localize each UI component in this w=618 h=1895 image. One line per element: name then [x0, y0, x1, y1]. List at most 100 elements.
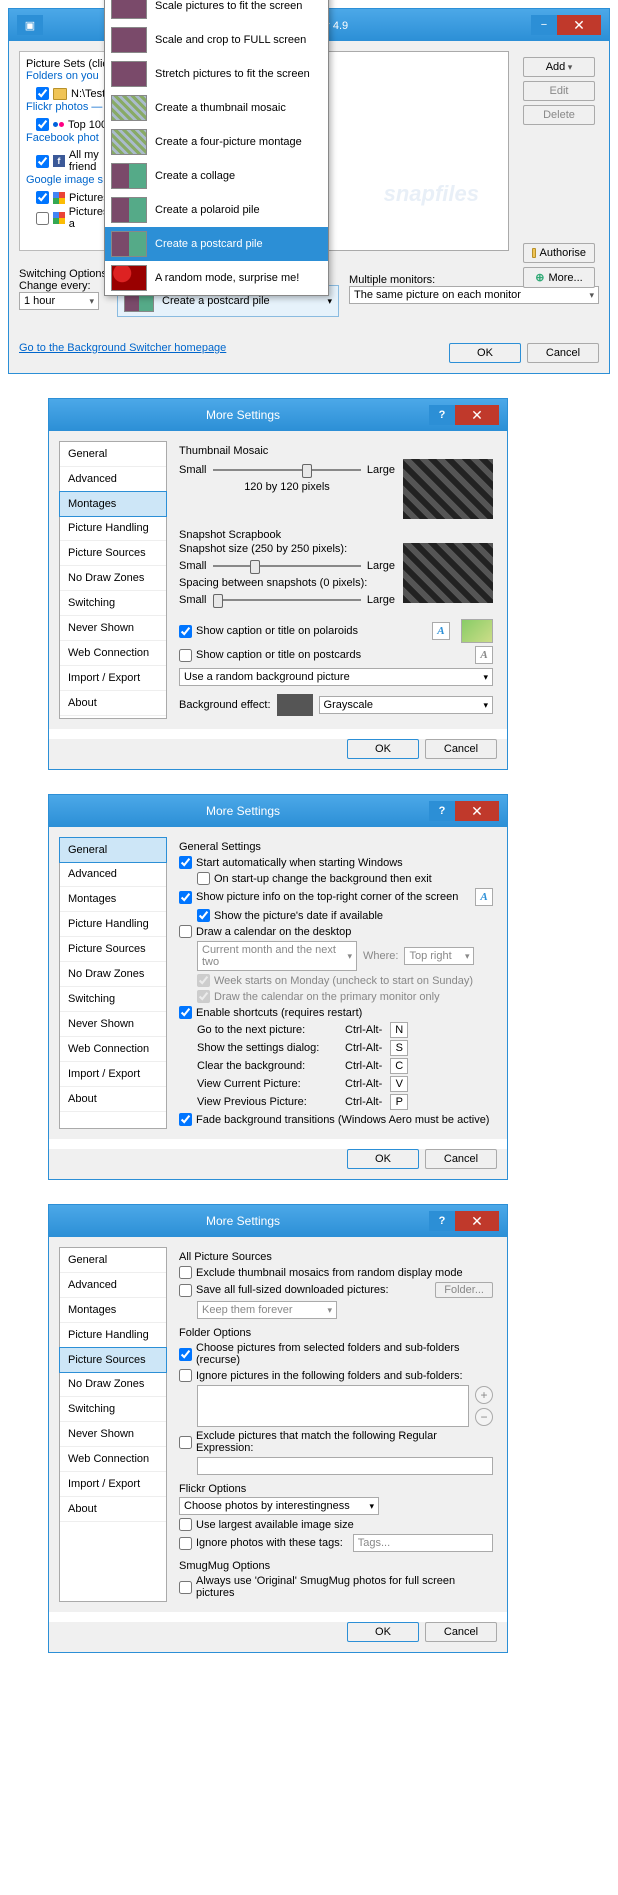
postcard-caption-checkbox[interactable]: [179, 649, 192, 662]
random-bg-select[interactable]: Use a random background picture: [179, 668, 493, 686]
mode-random[interactable]: A random mode, surprise me!: [105, 261, 328, 295]
edit-button[interactable]: Edit: [523, 81, 595, 101]
remove-folder-button[interactable]: −: [475, 1408, 493, 1426]
mode-scale-fit[interactable]: Scale pictures to fit the screen: [105, 0, 328, 23]
polaroid-caption-checkbox[interactable]: [179, 625, 192, 638]
cancel-button[interactable]: Cancel: [425, 1149, 497, 1169]
shortcut-view-key[interactable]: V: [390, 1076, 408, 1092]
spacing-slider[interactable]: [213, 591, 361, 609]
multi-monitors-select[interactable]: The same picture on each monitor: [349, 286, 599, 304]
tab-advanced[interactable]: Advanced: [60, 467, 166, 492]
mode-thumbnail-mosaic[interactable]: Create a thumbnail mosaic: [105, 91, 328, 125]
minimize-button[interactable]: −: [531, 15, 557, 35]
mode-scale-crop[interactable]: Scale and crop to FULL screen: [105, 23, 328, 57]
close-button[interactable]: ✕: [455, 801, 499, 821]
tab-switching[interactable]: Switching: [60, 987, 166, 1012]
folder-checkbox[interactable]: [36, 87, 49, 100]
cancel-button[interactable]: Cancel: [425, 739, 497, 759]
add-button[interactable]: Add: [523, 57, 595, 77]
shortcut-settings-key[interactable]: S: [390, 1040, 408, 1056]
tab-general[interactable]: General: [60, 442, 166, 467]
close-button[interactable]: ✕: [557, 15, 601, 35]
tab-import-export[interactable]: Import / Export: [60, 1062, 166, 1087]
shortcut-prev-key[interactable]: P: [390, 1094, 408, 1110]
regex-checkbox[interactable]: [179, 1436, 192, 1449]
tab-switching[interactable]: Switching: [60, 591, 166, 616]
tab-switching[interactable]: Switching: [60, 1397, 166, 1422]
mode-collage[interactable]: Create a collage: [105, 159, 328, 193]
ok-button[interactable]: OK: [347, 739, 419, 759]
show-date-checkbox[interactable]: [197, 909, 210, 922]
ignore-tags-checkbox[interactable]: [179, 1537, 192, 1550]
calendar-checkbox[interactable]: [179, 925, 192, 938]
change-then-exit-checkbox[interactable]: [197, 872, 210, 885]
tab-montages[interactable]: Montages: [60, 1298, 166, 1323]
google-checkbox-2[interactable]: [36, 212, 49, 225]
ignore-folders-listbox[interactable]: [197, 1385, 469, 1427]
tab-general[interactable]: General: [59, 837, 167, 863]
cancel-button[interactable]: Cancel: [425, 1622, 497, 1642]
tab-no-draw-zones[interactable]: No Draw Zones: [60, 962, 166, 987]
tab-never-shown[interactable]: Never Shown: [60, 1012, 166, 1037]
snapshot-size-slider[interactable]: [213, 557, 361, 575]
ok-button[interactable]: OK: [347, 1149, 419, 1169]
largest-size-checkbox[interactable]: [179, 1518, 192, 1531]
tab-picture-sources[interactable]: Picture Sources: [60, 937, 166, 962]
regex-input[interactable]: [197, 1457, 493, 1475]
authorise-button[interactable]: Authorise: [523, 243, 595, 263]
help-button[interactable]: ?: [429, 1211, 455, 1231]
calendar-range-select[interactable]: Current month and the next two: [197, 941, 357, 971]
tab-no-draw-zones[interactable]: No Draw Zones: [60, 566, 166, 591]
tab-web-connection[interactable]: Web Connection: [60, 1447, 166, 1472]
fade-checkbox[interactable]: [179, 1113, 192, 1126]
exclude-mosaic-checkbox[interactable]: [179, 1266, 192, 1279]
tab-no-draw-zones[interactable]: No Draw Zones: [60, 1372, 166, 1397]
flickr-checkbox[interactable]: [36, 118, 49, 131]
mode-four-montage[interactable]: Create a four-picture montage: [105, 125, 328, 159]
google-checkbox-1[interactable]: [36, 191, 49, 204]
calendar-where-select[interactable]: Top right: [404, 947, 474, 965]
more-button[interactable]: ⊕More...: [523, 267, 595, 288]
ok-button[interactable]: OK: [347, 1622, 419, 1642]
tab-web-connection[interactable]: Web Connection: [60, 641, 166, 666]
tab-picture-handling[interactable]: Picture Handling: [60, 912, 166, 937]
tab-about[interactable]: About: [60, 1497, 166, 1522]
close-button[interactable]: ✕: [455, 405, 499, 425]
shortcut-next-key[interactable]: N: [390, 1022, 408, 1038]
tab-never-shown[interactable]: Never Shown: [60, 616, 166, 641]
help-button[interactable]: ?: [429, 405, 455, 425]
cancel-button[interactable]: Cancel: [527, 343, 599, 363]
facebook-checkbox[interactable]: [36, 155, 49, 168]
tab-never-shown[interactable]: Never Shown: [60, 1422, 166, 1447]
smugmug-original-checkbox[interactable]: [179, 1581, 192, 1594]
homepage-link[interactable]: Go to the Background Switcher homepage: [19, 342, 226, 354]
tab-web-connection[interactable]: Web Connection: [60, 1037, 166, 1062]
autostart-checkbox[interactable]: [179, 856, 192, 869]
add-folder-button[interactable]: +: [475, 1386, 493, 1404]
tab-picture-sources[interactable]: Picture Sources: [60, 541, 166, 566]
tab-advanced[interactable]: Advanced: [60, 1273, 166, 1298]
folder-button[interactable]: Folder...: [435, 1282, 493, 1298]
flickr-sort-select[interactable]: Choose photos by interestingness: [179, 1497, 379, 1515]
tab-picture-handling[interactable]: Picture Handling: [60, 1323, 166, 1348]
shortcut-clear-key[interactable]: C: [390, 1058, 408, 1074]
show-info-checkbox[interactable]: [179, 891, 192, 904]
shortcuts-checkbox[interactable]: [179, 1006, 192, 1019]
ok-button[interactable]: OK: [449, 343, 521, 363]
tab-import-export[interactable]: Import / Export: [60, 666, 166, 691]
bg-effect-select[interactable]: Grayscale: [319, 696, 493, 714]
keep-select[interactable]: Keep them forever: [197, 1301, 337, 1319]
recurse-checkbox[interactable]: [179, 1348, 192, 1361]
tab-general[interactable]: General: [60, 1248, 166, 1273]
ignore-folders-checkbox[interactable]: [179, 1369, 192, 1382]
close-button[interactable]: ✕: [455, 1211, 499, 1231]
tab-montages[interactable]: Montages: [60, 887, 166, 912]
tab-advanced[interactable]: Advanced: [60, 862, 166, 887]
mosaic-size-slider[interactable]: [213, 461, 361, 479]
tab-picture-sources[interactable]: Picture Sources: [59, 1347, 167, 1373]
help-button[interactable]: ?: [429, 801, 455, 821]
save-full-checkbox[interactable]: [179, 1284, 192, 1297]
mode-stretch[interactable]: Stretch pictures to fit the screen: [105, 57, 328, 91]
mode-postcard[interactable]: Create a postcard pile: [105, 227, 328, 261]
mode-polaroid[interactable]: Create a polaroid pile: [105, 193, 328, 227]
